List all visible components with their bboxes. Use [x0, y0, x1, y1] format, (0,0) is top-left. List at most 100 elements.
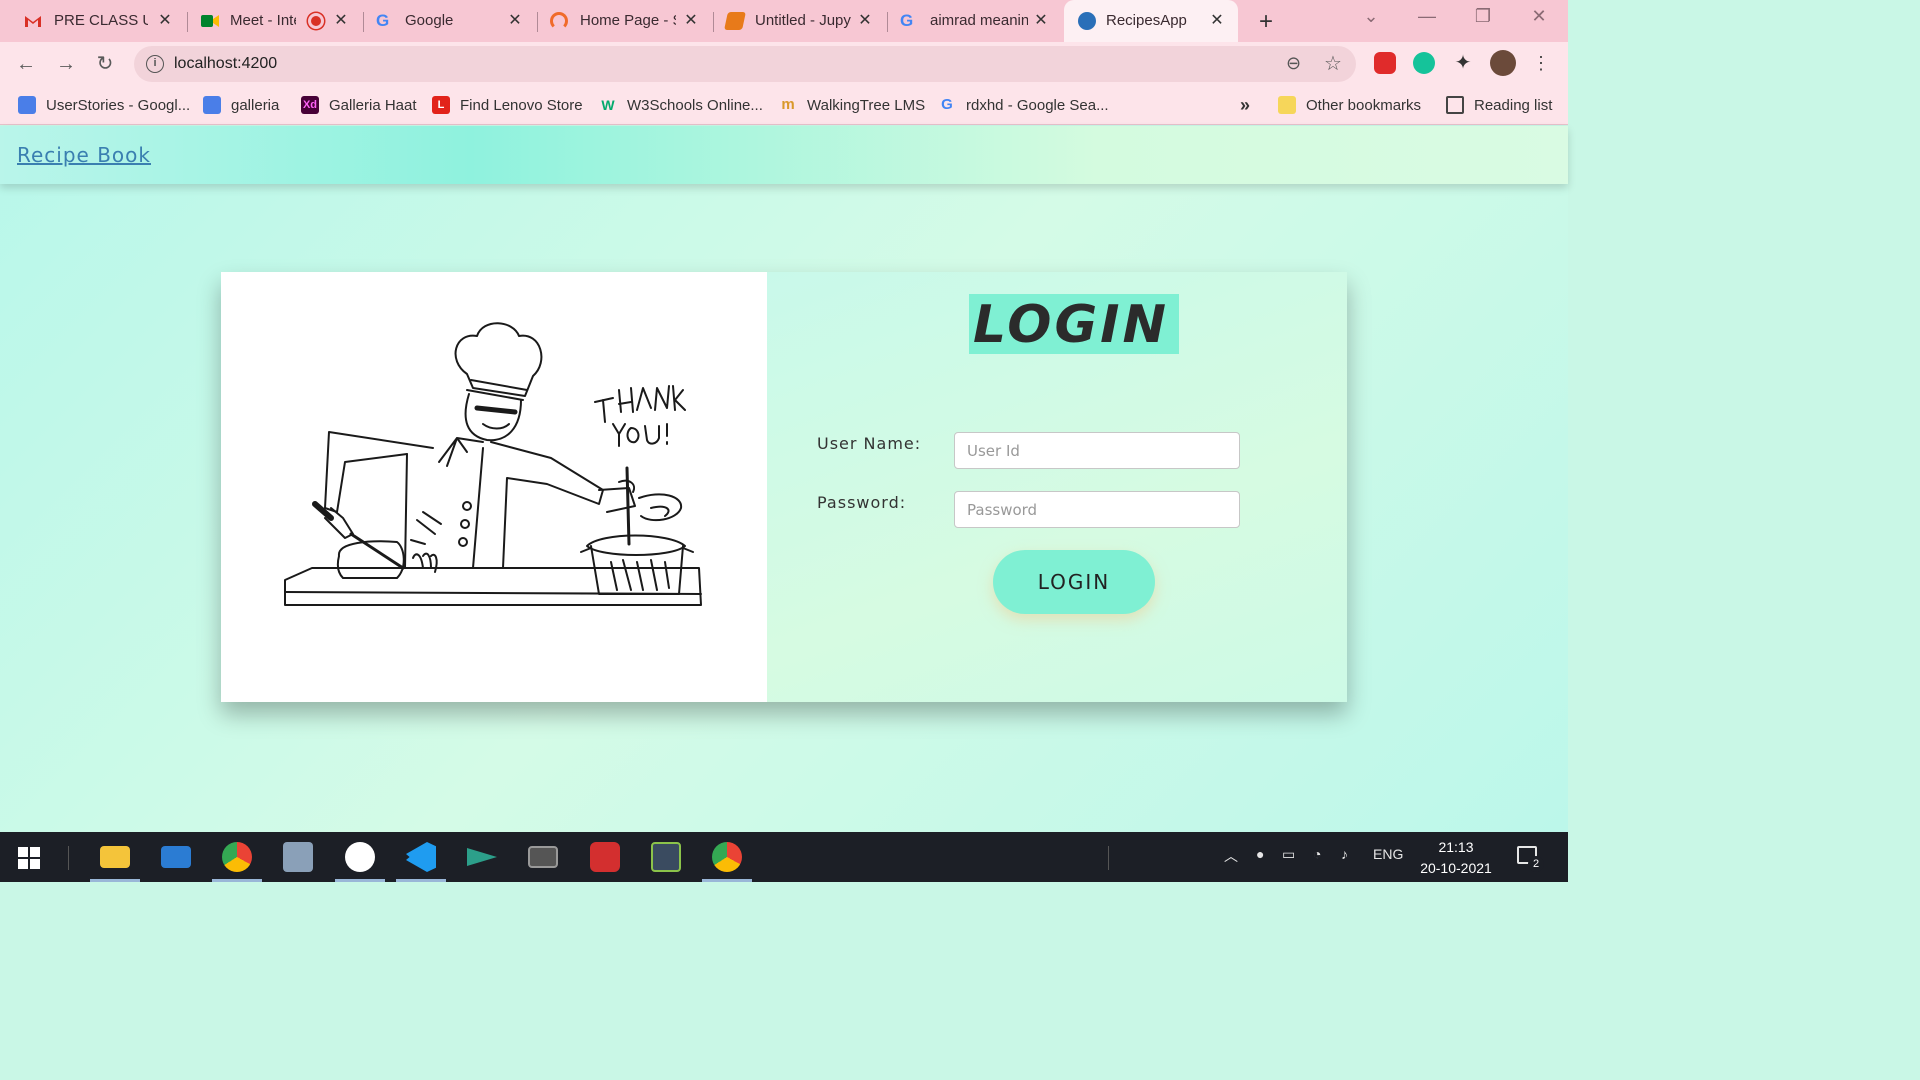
- forward-button[interactable]: →: [52, 50, 80, 78]
- bookmark-w3schools[interactable]: W W3Schools Online...: [599, 94, 763, 116]
- chef-illustration-panel: [221, 272, 767, 702]
- meet-icon: [200, 12, 219, 30]
- bookmark-lenovo[interactable]: L Find Lenovo Store: [432, 94, 583, 116]
- vc-app-icon[interactable]: [590, 842, 620, 872]
- bookmark-label: Find Lenovo Store: [460, 96, 583, 114]
- reading-list-icon: [1446, 96, 1464, 114]
- file-explorer-icon[interactable]: [100, 846, 130, 868]
- close-tab-icon[interactable]: ✕: [1032, 10, 1050, 30]
- username-input[interactable]: [954, 432, 1240, 469]
- password-label: Password:: [817, 493, 907, 512]
- show-hidden-icons-icon[interactable]: ︿: [1224, 846, 1238, 866]
- taskbar-divider: [68, 846, 69, 870]
- tool-icon[interactable]: [283, 842, 313, 872]
- recipes-icon: [1078, 12, 1096, 30]
- new-tab-button[interactable]: +: [1254, 8, 1278, 36]
- microphone-icon[interactable]: ●: [1256, 846, 1264, 862]
- volume-icon[interactable]: ♪: [1341, 846, 1348, 862]
- tab-title: RecipesApp: [1106, 12, 1187, 29]
- bookmark-galleria-haat[interactable]: Xd Galleria Haat: [301, 94, 417, 116]
- app-page: Recipe Book LOGIN User Name: User Id Pas…: [0, 126, 1568, 832]
- tab-title: Google: [405, 12, 454, 29]
- language-indicator[interactable]: ENG: [1373, 846, 1403, 862]
- loading-icon: [550, 12, 568, 30]
- google-icon: G: [376, 11, 390, 30]
- tab-aimrad[interactable]: G aimrad meanin ✕: [888, 0, 1062, 42]
- docs-icon: [18, 96, 36, 114]
- close-tab-icon[interactable]: ✕: [332, 10, 350, 30]
- vscode-icon[interactable]: [406, 842, 436, 872]
- tab-title: Meet - Inte: [230, 12, 296, 29]
- bookmark-userstories[interactable]: UserStories - Googl...: [18, 94, 190, 116]
- back-button[interactable]: ←: [12, 50, 40, 78]
- bookmark-label: WalkingTree LMS: [807, 96, 926, 114]
- walkingtree-icon: m: [781, 96, 795, 113]
- site-info-icon[interactable]: i: [146, 55, 164, 73]
- address-bar[interactable]: i localhost:4200 ⊖ ☆: [134, 46, 1356, 82]
- restore-button[interactable]: ❐: [1468, 6, 1498, 27]
- chrome-icon[interactable]: [712, 842, 742, 872]
- windows-start-icon[interactable]: [18, 847, 40, 869]
- login-heading: LOGIN: [969, 294, 1179, 355]
- reload-button[interactable]: ↻: [91, 50, 119, 78]
- profile-avatar[interactable]: [1490, 50, 1516, 76]
- tab-google[interactable]: G Google ✕: [364, 0, 536, 42]
- clock-date: 20-10-2021: [1420, 860, 1492, 876]
- close-tab-icon[interactable]: ✕: [156, 10, 174, 30]
- close-tab-icon[interactable]: ✕: [1208, 10, 1226, 30]
- tab-gmail[interactable]: PRE CLASS UPI ✕: [0, 0, 186, 42]
- bookmark-label: galleria: [231, 96, 280, 114]
- tab-search-icon[interactable]: ⌄: [1356, 6, 1386, 27]
- close-tab-icon[interactable]: ✕: [506, 10, 524, 30]
- active-indicator: [396, 879, 446, 882]
- adblock-extension-icon[interactable]: [1374, 52, 1396, 74]
- snipping-tool-icon[interactable]: [651, 842, 681, 872]
- battery-icon[interactable]: ▭: [1282, 846, 1295, 863]
- bookmark-star-icon[interactable]: ☆: [1324, 51, 1342, 76]
- chrome-profile-icon[interactable]: [222, 842, 252, 872]
- login-card: LOGIN User Name: Password: LOGIN: [221, 272, 1347, 702]
- bookmark-rdxhd[interactable]: G rdxhd - Google Sea...: [938, 94, 1108, 116]
- tab-title: aimrad meanin: [930, 12, 1028, 29]
- mongodb-compass-icon[interactable]: [345, 842, 375, 872]
- tab-home-page[interactable]: Home Page - S ✕: [538, 0, 712, 42]
- tab-title: Untitled - Jupy: [755, 12, 851, 29]
- browser-toolbar: ← → ↻ i localhost:4200 ⊖ ☆ ✦ ⋮: [0, 42, 1568, 85]
- brand-link[interactable]: Recipe Book: [17, 143, 151, 167]
- bookmark-other[interactable]: Other bookmarks: [1278, 94, 1421, 116]
- tab-jupyter[interactable]: Untitled - Jupy ✕: [714, 0, 886, 42]
- login-button[interactable]: LOGIN: [993, 550, 1155, 614]
- active-indicator: [702, 879, 752, 882]
- grammarly-extension-icon[interactable]: [1413, 52, 1435, 74]
- windows-taskbar: ︿ ● ▭ ◔ ♪ ENG 21:13 20-10-2021 2: [0, 832, 1568, 882]
- bookmark-label: W3Schools Online...: [627, 96, 763, 114]
- minimize-button[interactable]: —: [1412, 6, 1442, 27]
- close-tab-icon[interactable]: ✕: [682, 10, 700, 30]
- reading-list-label: Reading list: [1474, 96, 1553, 114]
- tab-meet[interactable]: Meet - Inte ✕: [188, 0, 362, 42]
- terminal-app-icon[interactable]: [467, 848, 497, 866]
- reading-list-button[interactable]: Reading list: [1446, 94, 1552, 116]
- bookmarks-overflow-button[interactable]: »: [1240, 94, 1250, 116]
- bookmark-walkingtree[interactable]: m WalkingTree LMS: [779, 94, 925, 116]
- tab-title: PRE CLASS UPI: [54, 12, 148, 29]
- url-text[interactable]: localhost:4200: [174, 55, 277, 73]
- password-input[interactable]: [954, 491, 1240, 528]
- mail-icon[interactable]: [161, 846, 191, 868]
- tab-recipesapp[interactable]: RecipesApp ✕: [1064, 0, 1238, 42]
- close-window-button[interactable]: ✕: [1524, 6, 1554, 27]
- login-form-panel: LOGIN User Name: Password: LOGIN: [767, 272, 1347, 702]
- chef-illustration: [284, 322, 702, 606]
- system-clock[interactable]: 21:13 20-10-2021: [1414, 837, 1498, 879]
- active-indicator: [212, 879, 262, 882]
- command-prompt-icon[interactable]: [528, 846, 558, 868]
- active-indicator: [90, 879, 140, 882]
- extensions-puzzle-icon[interactable]: ✦: [1452, 52, 1474, 74]
- xd-icon: Xd: [301, 96, 319, 114]
- browser-menu-icon[interactable]: ⋮: [1530, 52, 1552, 74]
- zoom-icon[interactable]: ⊖: [1286, 53, 1301, 74]
- app-navbar: Recipe Book: [0, 126, 1568, 184]
- bookmark-galleria[interactable]: galleria: [203, 94, 279, 116]
- wifi-icon[interactable]: ◔: [1313, 846, 1321, 862]
- close-tab-icon[interactable]: ✕: [856, 10, 874, 30]
